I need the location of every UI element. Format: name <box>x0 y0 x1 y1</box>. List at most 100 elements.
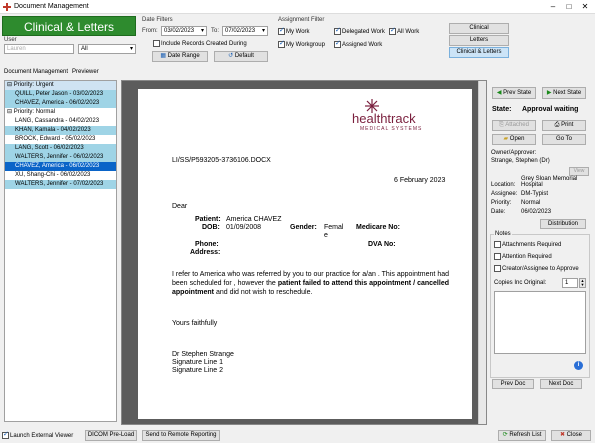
window-title-bar: Document Management – □ ✕ <box>0 0 595 14</box>
close-window-icon[interactable]: ✕ <box>577 2 593 12</box>
state-label: State: <box>492 106 512 113</box>
to-date-value: 07/02/2023 <box>225 28 256 34</box>
clinical-button[interactable]: Clinical <box>449 23 509 34</box>
dob-label: DOB: <box>202 224 220 231</box>
view-owner-button[interactable]: View <box>569 167 589 176</box>
collapse-icon: ⊟ <box>7 82 13 88</box>
checkbox-box <box>494 241 501 248</box>
my-work-checkbox[interactable]: My Work <box>278 26 310 35</box>
list-item[interactable]: WALTERS, Jennifer - 07/02/2023 <box>5 180 116 189</box>
group-header-urgent[interactable]: ⊟ Priority: Urgent <box>5 81 116 90</box>
info-icon[interactable]: i <box>574 361 583 370</box>
copies-value: 1 <box>565 280 569 286</box>
close-button[interactable]: ✖ Close <box>551 430 591 441</box>
folder-icon: ▰ <box>503 136 509 142</box>
next-doc-button[interactable]: Next Doc <box>540 379 582 389</box>
document-list[interactable]: ⊟ Priority: Urgent QUILL, Peter Jason - … <box>4 80 117 422</box>
date-label: Date: <box>491 209 506 215</box>
delegated-work-checkbox[interactable]: Delegated Work <box>334 26 385 35</box>
list-item[interactable]: XU, Shang-Chi - 06/02/2023 <box>5 171 116 180</box>
launch-viewer-checkbox[interactable]: Launch External Viewer <box>2 430 74 439</box>
attachments-required-checkbox[interactable]: Attachments Required <box>494 241 561 248</box>
window-title: Document Management <box>14 3 89 10</box>
assignee-value: DM-Typist <box>521 191 548 197</box>
checkbox-box <box>278 26 285 35</box>
tab-document-management[interactable]: Document Management <box>4 69 68 75</box>
print-button[interactable]: ⎙ Print <box>542 120 586 131</box>
list-item[interactable]: BROCK, Edward - 05/02/2023 <box>5 135 116 144</box>
attached-label: Attached <box>505 122 529 128</box>
tab-previewer[interactable]: Previewer <box>72 69 99 75</box>
stepper-arrows-icon[interactable]: ▲ ▼ <box>579 278 586 288</box>
copies-label: Copies Inc Original: <box>494 280 547 286</box>
owner-label: Owner/Approver: <box>491 150 537 156</box>
assigned-work-label: Assigned Work <box>342 41 383 48</box>
dob-value: 01/09/2008 <box>226 224 262 231</box>
checkbox-box <box>334 26 341 35</box>
assigned-work-checkbox[interactable]: Assigned Work <box>334 39 383 48</box>
from-label: From: <box>142 28 158 34</box>
maximize-icon[interactable]: □ <box>561 2 577 12</box>
date-range-button[interactable]: ▦ Date Range <box>152 51 208 62</box>
clinical-letters-button[interactable]: Clinical & Letters <box>449 47 509 58</box>
greeting: Dear <box>172 203 188 210</box>
signature-line-1: Signature Line 1 <box>172 359 223 366</box>
my-workgroup-checkbox[interactable]: My Workgroup <box>278 39 325 48</box>
all-work-checkbox[interactable]: All Work <box>389 26 419 35</box>
next-state-button[interactable]: ▶ Next State <box>542 87 586 99</box>
goto-button[interactable]: Go To <box>542 134 586 145</box>
distribution-button[interactable]: Distribution <box>540 219 586 229</box>
paperclip-icon: ⎘ <box>499 122 504 128</box>
checkbox-box <box>153 40 160 47</box>
user-field[interactable]: Lauren <box>4 44 74 54</box>
to-date-field[interactable]: 07/02/2023 ▾ <box>222 26 268 36</box>
location-label: Location: <box>491 182 516 188</box>
list-item-selected[interactable]: CHAVEZ, America - 06/02/2023 <box>5 162 116 171</box>
checkbox-box <box>278 39 285 48</box>
open-button[interactable]: ▰ Open <box>492 134 536 145</box>
group-header-normal[interactable]: ⊟ Priority: Normal <box>5 108 116 117</box>
owner-value: Strange, Stephen (Dr) <box>491 158 550 164</box>
launch-viewer-label: Launch External Viewer <box>10 432 74 439</box>
default-button[interactable]: ↺ Default <box>214 51 268 62</box>
minimize-icon[interactable]: – <box>545 2 561 12</box>
copies-stepper[interactable]: 1 <box>562 278 578 288</box>
list-item[interactable]: LANG, Scott - 06/02/2023 <box>5 144 116 153</box>
close-icon: ✖ <box>559 432 565 438</box>
list-item[interactable]: LANG, Cassandra - 04/02/2023 <box>5 117 116 126</box>
attachments-required-label: Attachments Required <box>502 241 562 248</box>
from-date-field[interactable]: 03/02/2023 ▾ <box>161 26 207 36</box>
assignee-label: Assignee: <box>491 191 518 197</box>
dicom-preload-button[interactable]: DICOM Pre-Load <box>85 430 137 441</box>
body-text-2: and did not wish to reschedule. <box>214 289 313 296</box>
notes-textarea[interactable] <box>494 291 586 354</box>
document-viewer[interactable]: healthtrack MEDICAL SYSTEMS LI/SS/P59320… <box>121 80 487 425</box>
prev-state-button[interactable]: ◀ Prev State <box>492 87 536 99</box>
prev-doc-button[interactable]: Prev Doc <box>492 379 534 389</box>
letter-body: I refer to America who was referred by y… <box>172 270 449 297</box>
calendar-dropdown-icon: ▾ <box>200 28 204 34</box>
attached-button[interactable]: ⎘ Attached <box>492 120 536 131</box>
list-item[interactable]: QUILL, Peter Jason - 03/02/2023 <box>5 90 116 99</box>
attention-required-checkbox[interactable]: Attention Required <box>494 253 552 260</box>
chevron-down-icon: ▾ <box>129 46 133 52</box>
date-range-label: Date Range <box>167 53 200 59</box>
letters-button[interactable]: Letters <box>449 35 509 46</box>
list-item[interactable]: WALTERS, Jennifer - 06/02/2023 <box>5 153 116 162</box>
refresh-list-button[interactable]: ⟳ Refresh List <box>498 430 546 441</box>
calendar-icon: ▦ <box>160 53 166 59</box>
list-item[interactable]: KHAN, Kamala - 04/02/2023 <box>5 126 116 135</box>
refresh-label: Refresh List <box>509 432 542 438</box>
patient-label: Patient: <box>195 216 221 223</box>
send-remote-button[interactable]: Send to Remote Reporting <box>142 430 220 441</box>
to-label: To: <box>211 28 220 34</box>
include-records-checkbox[interactable]: Include Records Created During <box>153 40 247 47</box>
next-state-label: Next State <box>553 90 582 96</box>
priority-label: Priority: <box>491 200 512 206</box>
refresh-icon: ⟳ <box>502 432 508 438</box>
list-item[interactable]: CHAVEZ, America - 06/02/2023 <box>5 99 116 108</box>
user-filter-select[interactable]: All ▾ <box>78 44 136 54</box>
viewer-scrollbar[interactable] <box>478 81 486 424</box>
creator-approve-checkbox[interactable]: Creator/Assignee to Approve <box>494 265 579 272</box>
document-page: healthtrack MEDICAL SYSTEMS LI/SS/P59320… <box>138 89 472 419</box>
